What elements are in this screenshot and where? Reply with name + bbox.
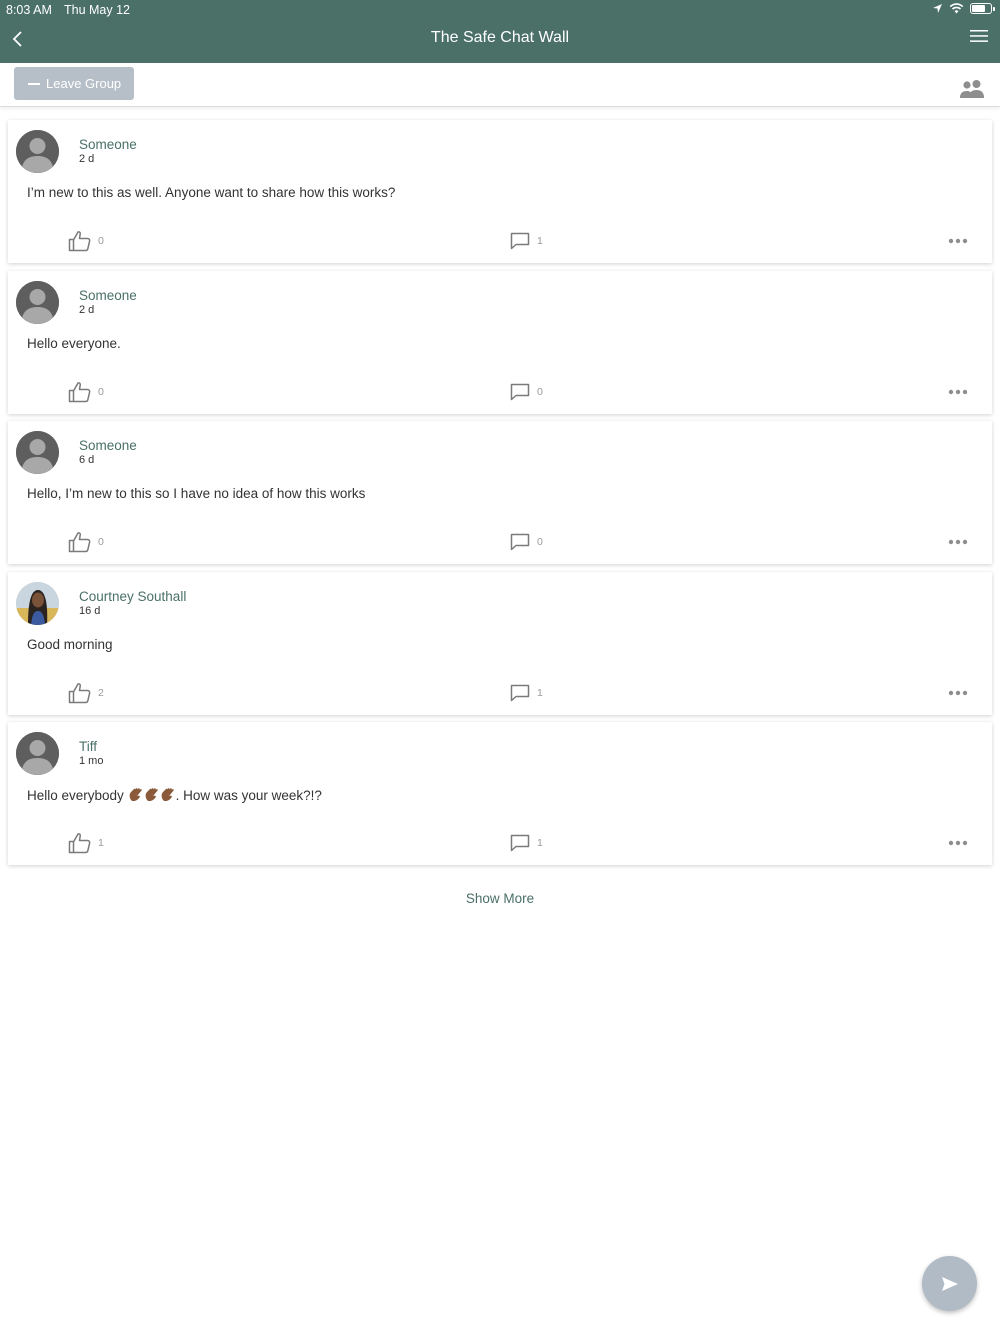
more-options-icon[interactable] xyxy=(948,238,968,244)
waving-hand-icon xyxy=(145,788,158,802)
post-card: Courtney Southall 16 d Good morning 2 1 xyxy=(8,571,992,715)
like-button[interactable]: 0 xyxy=(68,381,104,403)
page-title: The Safe Chat Wall xyxy=(430,29,570,46)
post-card: Someone 2 d Hello everyone. 0 0 xyxy=(8,270,992,414)
like-count: 0 xyxy=(98,536,104,548)
more-options-icon[interactable] xyxy=(948,389,968,395)
post-age: 16 d xyxy=(79,604,101,617)
nav-bar: The Safe Chat Wall xyxy=(0,20,1000,63)
location-icon xyxy=(933,4,942,13)
like-count: 0 xyxy=(98,385,104,398)
avatar[interactable] xyxy=(16,280,59,324)
post-card: Someone 2 d I’m new to this as well. Any… xyxy=(8,120,992,263)
comment-count: 0 xyxy=(537,385,543,398)
post-card: Tiff 1 mo Hello everybody . How was your… xyxy=(8,722,992,865)
comment-count: 1 xyxy=(537,837,543,849)
post-feed: Someone 2 d I’m new to this as well. Any… xyxy=(8,120,992,873)
more-options-icon[interactable] xyxy=(948,539,968,545)
status-bar: 8:03 AM Thu May 12 xyxy=(0,0,1000,20)
post-author[interactable]: Someone xyxy=(79,137,137,152)
more-options-icon[interactable] xyxy=(948,840,968,846)
post-text-after: . How was your week?!? xyxy=(175,788,322,803)
avatar[interactable] xyxy=(16,130,59,173)
send-icon xyxy=(941,1276,958,1291)
post-age: 1 mo xyxy=(79,755,104,767)
comment-button[interactable]: 0 xyxy=(510,533,543,551)
like-count: 0 xyxy=(98,235,104,247)
avatar[interactable] xyxy=(16,581,59,625)
comment-icon xyxy=(510,684,530,701)
thumbs-up-icon xyxy=(68,231,91,252)
post-author[interactable]: Tiff xyxy=(79,739,97,754)
post-text: Good morning xyxy=(27,636,113,652)
status-icons xyxy=(932,3,995,14)
photo-avatar-icon xyxy=(16,581,59,625)
thumbs-up-icon xyxy=(68,381,91,402)
status-date: Thu May 12 xyxy=(64,3,131,17)
post-author[interactable]: Someone xyxy=(79,438,137,453)
post-text: I’m new to this as well. Anyone want to … xyxy=(27,185,396,200)
post-text: Hello everyone. xyxy=(27,335,121,351)
minus-icon xyxy=(28,82,40,85)
default-avatar-icon xyxy=(16,732,59,775)
show-more-link[interactable]: Show More xyxy=(0,891,1000,906)
default-avatar-icon xyxy=(16,280,59,324)
comment-button[interactable]: 1 xyxy=(510,684,543,702)
default-avatar-icon xyxy=(16,431,59,474)
group-toolbar: Leave Group xyxy=(0,63,1000,107)
post-author[interactable]: Courtney Southall xyxy=(79,589,186,604)
post-text: Hello, I’m new to this so I have no idea… xyxy=(27,486,366,501)
post-age: 2 d xyxy=(79,153,95,165)
thumbs-up-icon xyxy=(68,833,91,854)
comment-button[interactable]: 0 xyxy=(510,383,543,401)
like-count: 2 xyxy=(98,686,104,699)
more-options-icon[interactable] xyxy=(948,690,968,696)
post-card: Someone 6 d Hello, I’m new to this so I … xyxy=(8,421,992,564)
battery-icon xyxy=(970,3,995,14)
comment-icon xyxy=(510,232,530,250)
like-button[interactable]: 1 xyxy=(68,832,104,854)
post-text: Hello everybody . How was your week?!? xyxy=(27,787,322,803)
post-age: 2 d xyxy=(79,303,95,316)
waving-hand-icon xyxy=(129,788,142,802)
avatar[interactable] xyxy=(16,431,59,474)
post-text-before: Hello everybody xyxy=(27,788,128,803)
comment-count: 1 xyxy=(537,686,543,699)
hamburger-menu-icon[interactable] xyxy=(970,29,988,43)
like-count: 1 xyxy=(98,837,104,849)
comment-icon xyxy=(510,383,530,400)
status-time: 8:03 AM xyxy=(6,3,52,17)
leave-group-label: Leave Group xyxy=(46,76,122,91)
comment-icon xyxy=(510,834,530,852)
waving-hand-icon xyxy=(161,788,174,802)
new-post-fab[interactable] xyxy=(922,1256,977,1311)
comment-button[interactable]: 1 xyxy=(510,834,543,852)
default-avatar-icon xyxy=(16,130,59,173)
post-age: 6 d xyxy=(79,454,95,466)
wifi-icon xyxy=(949,3,964,14)
like-button[interactable]: 0 xyxy=(68,230,104,252)
group-members-icon[interactable] xyxy=(958,79,986,99)
leave-group-button[interactable]: Leave Group xyxy=(14,67,134,100)
like-button[interactable]: 2 xyxy=(68,682,104,704)
post-author[interactable]: Someone xyxy=(79,288,137,303)
comment-button[interactable]: 1 xyxy=(510,232,543,250)
comment-count: 1 xyxy=(537,235,543,247)
thumbs-up-icon xyxy=(68,682,91,703)
waving-hands-emoji xyxy=(128,788,176,803)
comment-count: 0 xyxy=(537,536,543,548)
avatar[interactable] xyxy=(16,732,59,775)
comment-icon xyxy=(510,533,530,551)
thumbs-up-icon xyxy=(68,532,91,553)
like-button[interactable]: 0 xyxy=(68,531,104,553)
